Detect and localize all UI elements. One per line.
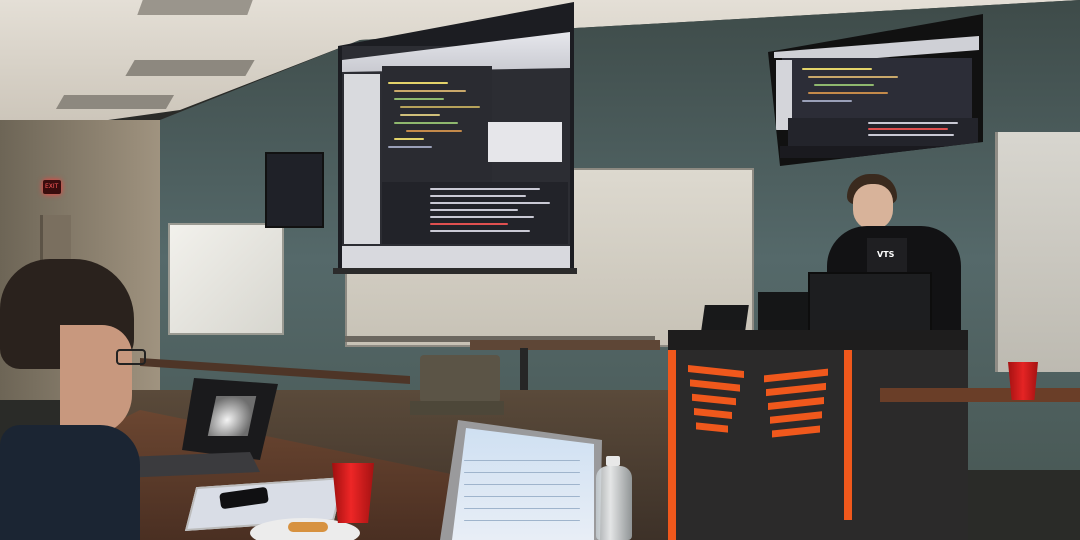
podium xyxy=(668,330,968,540)
ide-statusbar xyxy=(342,246,570,268)
exit-sign-icon: EXIT xyxy=(43,180,61,194)
exit-sign-text: EXIT xyxy=(45,183,59,190)
red-cup-icon xyxy=(332,463,374,523)
ceiling-vent xyxy=(137,0,253,15)
bottle-body xyxy=(596,466,632,540)
bottle-cap xyxy=(606,456,620,466)
presenter-shirt-text: VTS xyxy=(877,250,895,259)
classroom-photo: EXIT VTS xyxy=(0,0,1080,540)
podium-accent-right xyxy=(844,350,852,520)
water-bottle-icon xyxy=(594,456,634,540)
ceiling-vent xyxy=(125,60,255,76)
presenter-head xyxy=(853,184,893,230)
console-lines xyxy=(430,188,560,244)
ceiling-vent xyxy=(55,95,175,109)
wall-tv-left xyxy=(265,152,324,228)
code-lines xyxy=(388,82,488,182)
student-body xyxy=(0,425,140,540)
podium-laptop-small xyxy=(701,305,749,331)
podium-laptop xyxy=(758,292,808,332)
projection-screen xyxy=(338,2,574,274)
glasses xyxy=(116,349,146,365)
ide-popup xyxy=(488,122,562,162)
red-cup-icon xyxy=(1008,362,1038,400)
back-table xyxy=(470,340,660,350)
student-face xyxy=(60,325,132,435)
student xyxy=(0,255,150,540)
laptop-left-display xyxy=(207,396,257,436)
food xyxy=(288,522,328,532)
laptop-center xyxy=(440,420,602,540)
laptop-left-screen xyxy=(182,378,278,460)
podium-top xyxy=(668,330,968,350)
chair-seat xyxy=(410,401,504,415)
podium-vent-right xyxy=(764,368,834,448)
tv-console-lines xyxy=(868,122,968,146)
whiteboard-right xyxy=(995,132,1080,372)
projection-screen-bar xyxy=(333,268,577,274)
side-table xyxy=(880,388,1080,402)
spreadsheet-lines xyxy=(464,460,584,530)
podium-accent-left xyxy=(668,350,676,540)
whiteboard-left xyxy=(168,223,284,335)
chair-back xyxy=(420,355,500,403)
ide-explorer-panel xyxy=(344,74,380,244)
podium-vent-left xyxy=(688,365,748,438)
chair xyxy=(410,355,504,425)
